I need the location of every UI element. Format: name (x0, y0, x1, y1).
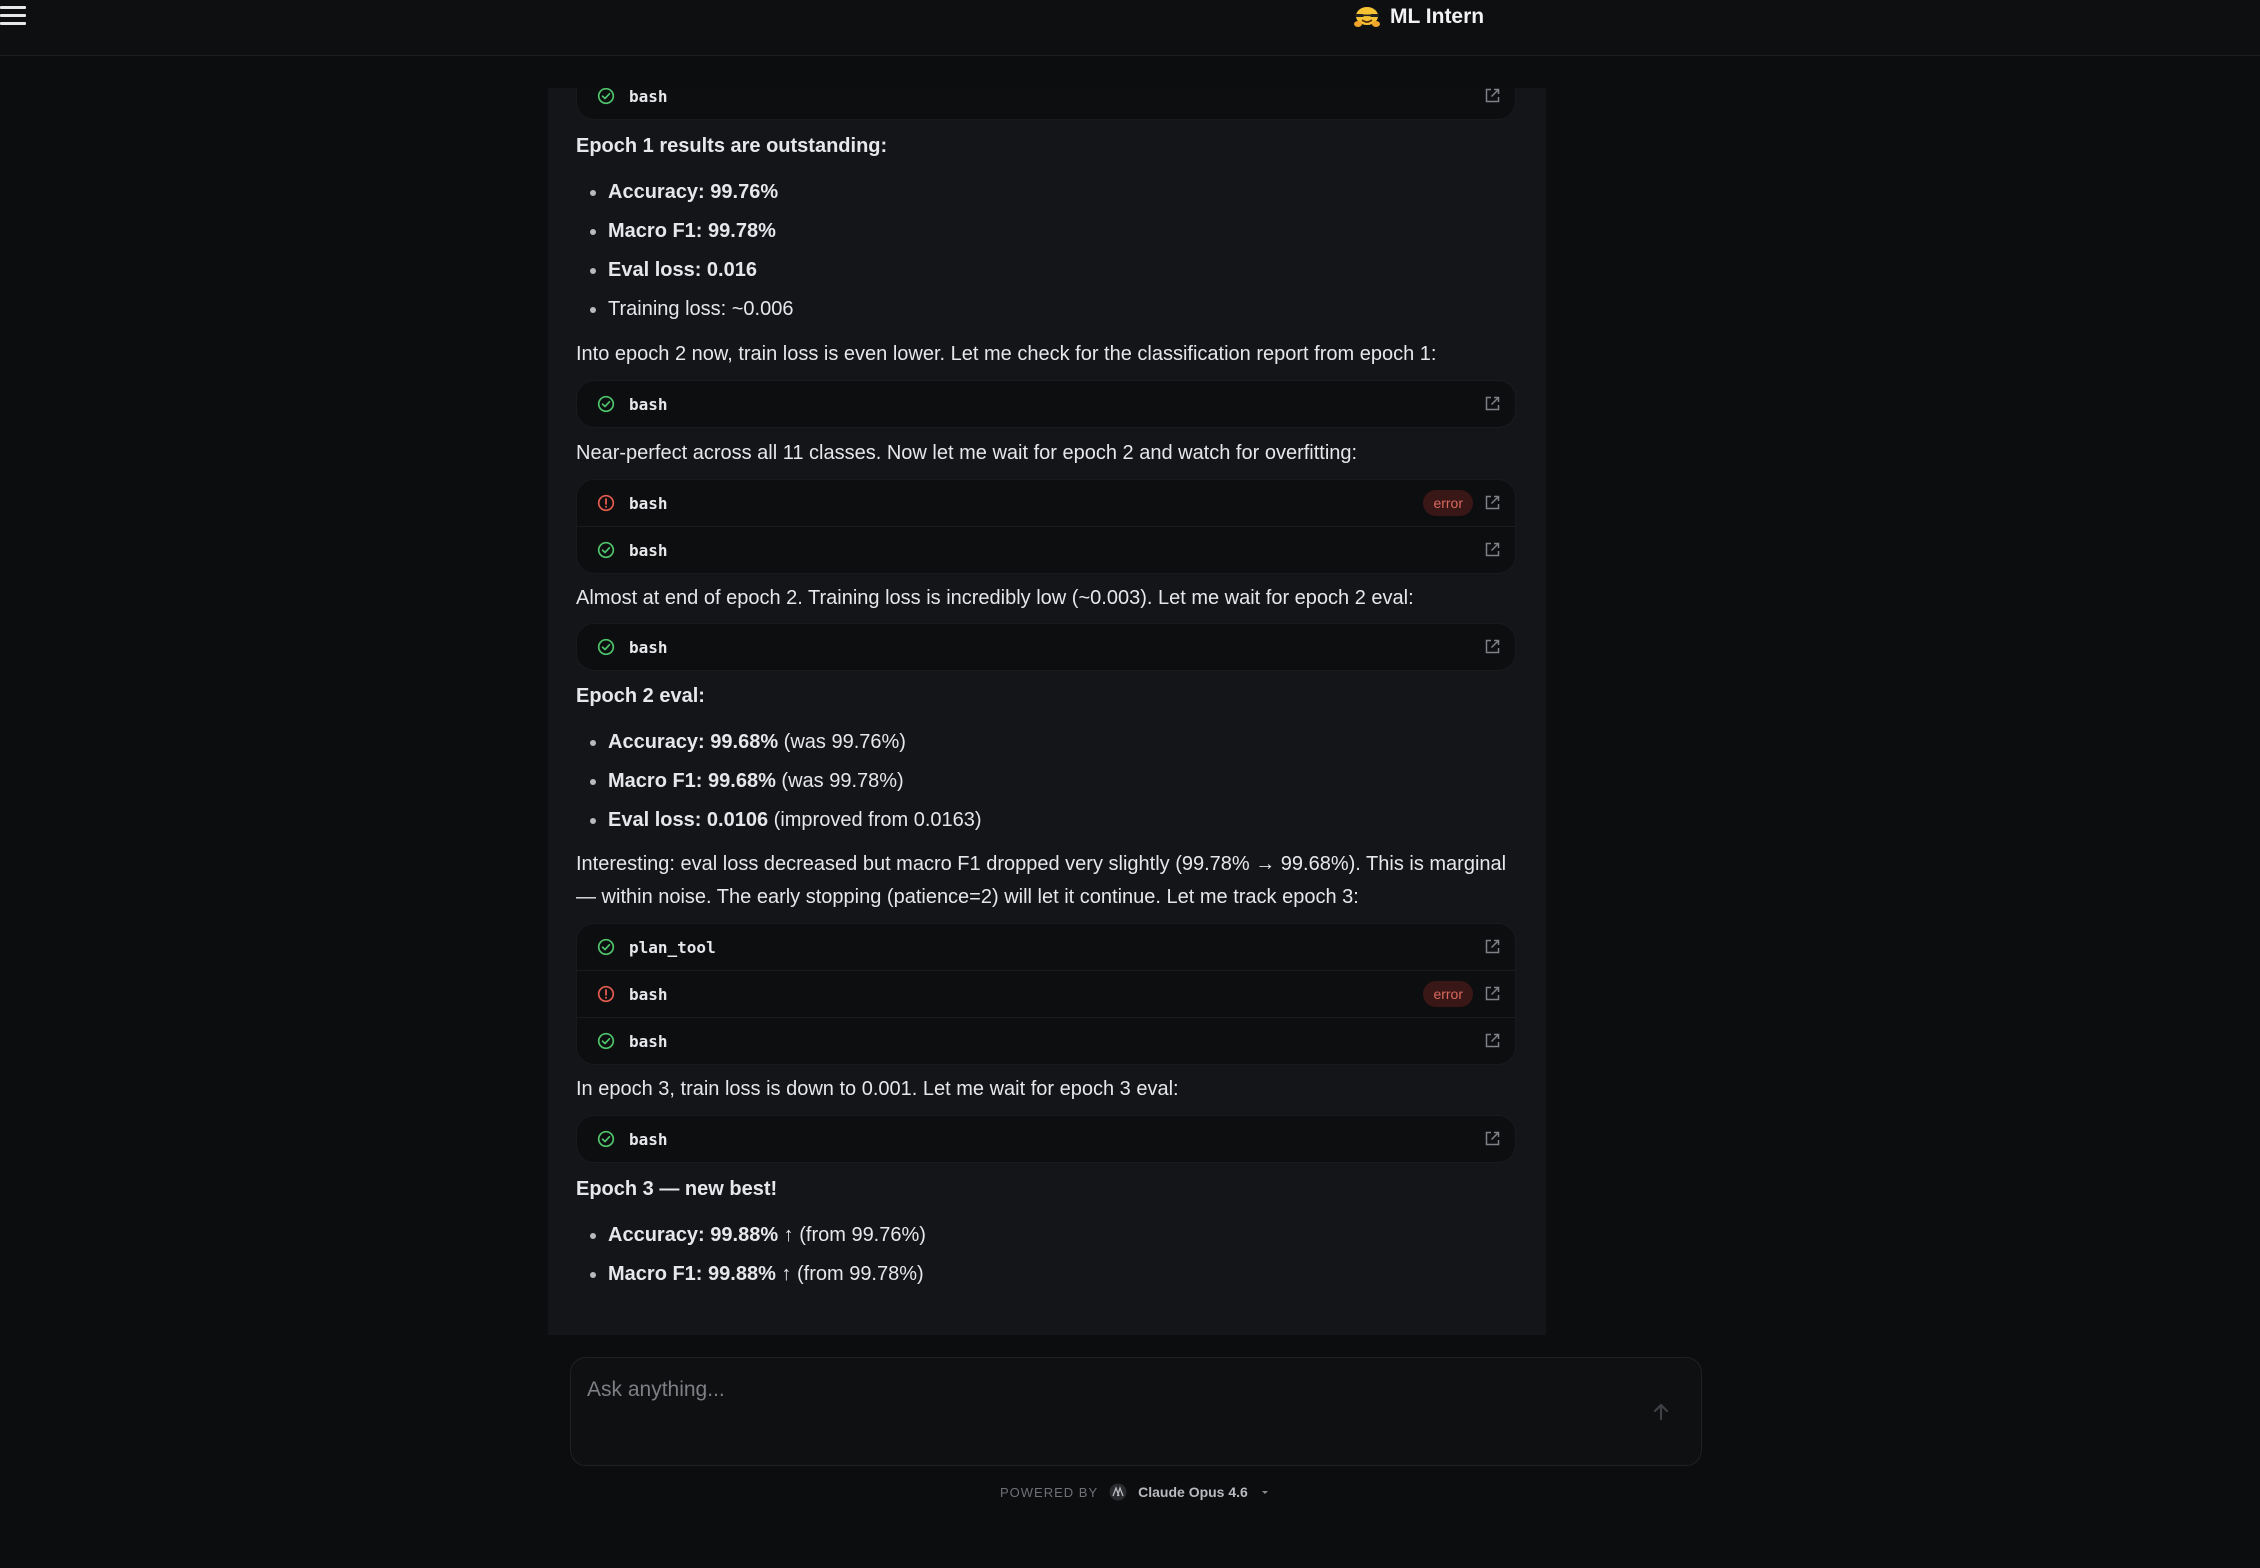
metric-value: Accuracy: 99.68% (608, 731, 779, 753)
tool-call-group: bash (576, 623, 1516, 671)
external-link-icon[interactable] (1484, 638, 1501, 655)
external-link-icon[interactable] (1484, 1130, 1501, 1147)
tool-name: bash (629, 88, 668, 106)
external-link-icon[interactable] (1484, 395, 1501, 412)
metric-note: (was 99.78%) (775, 770, 904, 792)
external-link-icon[interactable] (1484, 1032, 1501, 1049)
tool-call-row[interactable]: bash (577, 381, 1515, 427)
tool-name: bash (629, 1031, 668, 1051)
send-button[interactable] (1646, 1397, 1676, 1427)
message-heading: Epoch 3 — new best! (576, 1178, 778, 1200)
tool-call-group: plan_toolbash error bash (576, 923, 1516, 1065)
tool-name: bash (629, 984, 668, 1004)
list-item: Macro F1: 99.68% (was 99.78%) (576, 762, 1516, 801)
message-paragraph: Into epoch 2 now, train loss is even low… (576, 343, 1437, 365)
check-circle-icon (597, 88, 615, 105)
menu-button[interactable] (0, 4, 28, 28)
message-paragraph: Almost at end of epoch 2. Training loss … (576, 587, 1414, 609)
hugging-face-logo-icon (1354, 7, 1380, 27)
metric-value: Macro F1: 99.68% (608, 770, 776, 792)
bullet-list: Accuracy: 99.68% (was 99.76%) Macro F1: 9… (576, 723, 1516, 840)
chat-transcript[interactable]: bash Epoch 1 results are outstanding: Accu… (548, 88, 1546, 1335)
metric-value: Accuracy: 99.76% (608, 181, 779, 203)
check-circle-icon (597, 395, 615, 413)
check-circle-icon (597, 1032, 615, 1050)
tool-call-group: bash (576, 380, 1516, 428)
check-circle-icon (597, 1130, 615, 1148)
anthropic-logo-icon (1109, 1483, 1127, 1501)
external-link-icon[interactable] (1484, 541, 1501, 558)
tool-call-row[interactable]: bash (577, 624, 1515, 670)
tool-call-row[interactable]: bash error (577, 480, 1515, 526)
list-item: Accuracy: 99.76% (576, 173, 1516, 212)
hamburger-menu-icon (0, 6, 26, 9)
tool-name: bash (629, 1129, 668, 1149)
tool-name: bash (629, 493, 668, 513)
bullet-list: Accuracy: 99.88% ↑ (from 99.76%) Macro F1… (576, 1216, 1516, 1294)
metric-value: Accuracy: 99.88% (608, 1224, 779, 1246)
metric-value: Macro F1: 99.78% (608, 220, 776, 242)
list-item: Eval loss: 0.0106 (improved from 0.0163) (576, 801, 1516, 840)
metric-note: (was 99.76%) (778, 731, 906, 753)
metric-note: ↑ (from 99.78%) (775, 1263, 924, 1285)
list-item: Accuracy: 99.88% ↑ (from 99.76%) (576, 1216, 1516, 1255)
bullet-list: Accuracy: 99.76% Macro F1: 99.78% Eval los… (576, 173, 1516, 329)
chevron-down-icon[interactable] (1258, 1485, 1272, 1499)
model-selector[interactable]: Claude Opus 4.6 (1138, 1484, 1248, 1500)
external-link-icon[interactable] (1484, 88, 1501, 104)
message-paragraph: Near-perfect across all 11 classes. Now … (576, 442, 1358, 464)
powered-by-label: POWERED BY (1000, 1484, 1099, 1500)
metric-value: Macro F1: 99.88% (608, 1263, 776, 1285)
external-link-icon[interactable] (1484, 494, 1501, 511)
tool-call-row[interactable]: bash (577, 526, 1515, 573)
hamburger-line (0, 22, 26, 25)
error-badge: error (1423, 981, 1473, 1007)
tool-call-group: bash (576, 88, 1516, 120)
tool-name: bash (629, 394, 668, 414)
list-item: Macro F1: 99.88% ↑ (from 99.78%) (576, 1255, 1516, 1294)
check-circle-icon (597, 541, 615, 559)
tool-call-row[interactable]: bash (577, 88, 1515, 119)
external-link-icon[interactable] (1484, 985, 1501, 1002)
metric-note: ↑ (from 99.76%) (778, 1224, 926, 1246)
metric-note: (improved from 0.0163) (768, 809, 982, 831)
top-bar: ML Intern (0, 0, 2260, 56)
message-heading: Epoch 1 results are outstanding: (576, 135, 888, 157)
tool-call-group: bash (576, 1115, 1516, 1163)
error-badge: error (1423, 490, 1473, 516)
app-title: ML Intern (1390, 5, 1485, 28)
alert-circle-icon (597, 985, 615, 1003)
tool-name: bash (629, 637, 668, 657)
list-item: Eval loss: 0.016 (576, 251, 1516, 290)
arrow-up-icon (1653, 1403, 1669, 1421)
tool-name: bash (629, 540, 668, 560)
metric-value: Eval loss: 0.0106 (608, 809, 769, 831)
message-paragraph: Interesting: eval loss decreased but mac… (576, 853, 1507, 908)
composer (570, 1357, 1702, 1466)
list-item: Training loss: ~0.006 (576, 290, 1516, 329)
message-paragraph: In epoch 3, train loss is down to 0.001.… (576, 1078, 1179, 1100)
message-input[interactable] (585, 1372, 1619, 1408)
list-item: Macro F1: 99.78% (576, 212, 1516, 251)
tool-call-row[interactable]: bash (577, 1116, 1515, 1162)
tool-call-group: bash error bash (576, 479, 1516, 574)
tool-call-row[interactable]: bash (577, 1017, 1515, 1064)
message-list: bash Epoch 1 results are outstanding: Accu… (576, 88, 1516, 1294)
metric-note: Training loss: ~0.006 (608, 298, 794, 320)
list-item: Accuracy: 99.68% (was 99.76%) (576, 723, 1516, 762)
tool-call-row[interactable]: bash error (577, 970, 1515, 1017)
check-circle-icon (597, 638, 615, 656)
alert-circle-icon (597, 494, 615, 512)
check-circle-icon (597, 938, 615, 956)
hamburger-line (0, 14, 26, 17)
external-link-icon[interactable] (1484, 938, 1501, 955)
tool-call-row[interactable]: plan_tool (577, 924, 1515, 970)
metric-value: Eval loss: 0.016 (608, 259, 757, 281)
message-heading: Epoch 2 eval: (576, 685, 705, 707)
footer: POWERED BY Claude Opus 4.6 (1000, 1482, 1272, 1502)
app-header: ML Intern (1352, 2, 1484, 32)
tool-name: plan_tool (629, 937, 716, 957)
